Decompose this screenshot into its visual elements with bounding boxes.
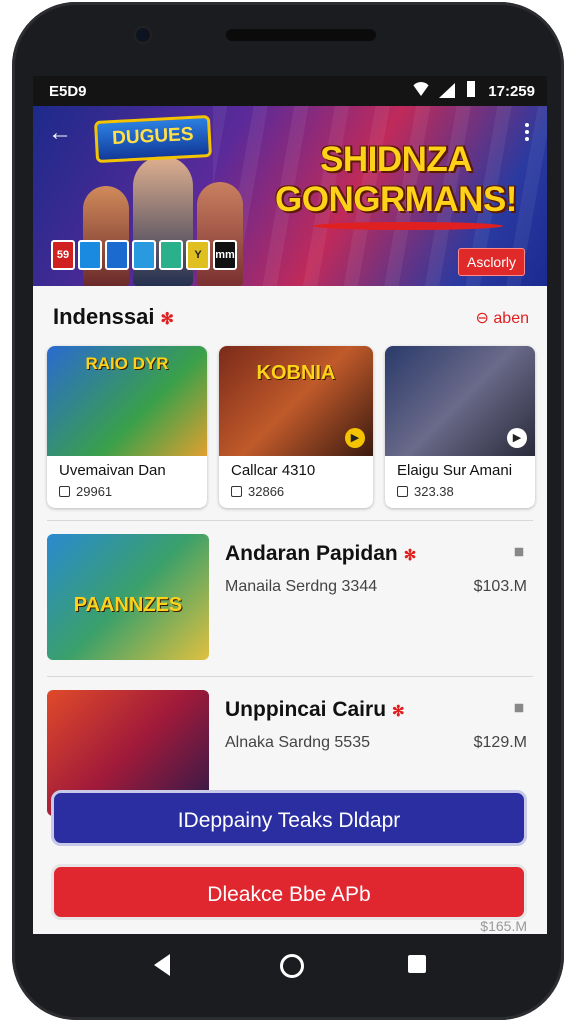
- game-logo: DUGUES: [93, 114, 213, 164]
- mini-icon: Y: [186, 240, 210, 270]
- headline-swoosh: [313, 222, 503, 230]
- card-title: Uvemaivan Dan: [59, 462, 166, 479]
- mini-icon: [159, 240, 183, 270]
- nav-back-icon[interactable]: [154, 954, 170, 976]
- banner-headline: SHIDNZA GONGRMANS!: [251, 140, 541, 220]
- list-price: $129.M: [473, 734, 527, 751]
- card-meta-value: 32866: [248, 484, 285, 499]
- mini-icon: 59: [51, 240, 75, 270]
- card-thumbnail: KOBNIA ▶: [219, 346, 373, 456]
- status-bar: E5D9 17:259: [33, 76, 547, 106]
- peek-price: $165.M: [480, 918, 527, 934]
- download-icon: [397, 486, 408, 497]
- battery-icon: [467, 81, 475, 97]
- download-icon: [59, 486, 70, 497]
- card-meta-value: 29961: [76, 484, 113, 499]
- card-meta: 29961: [59, 484, 112, 499]
- status-time: 17:259: [488, 83, 535, 100]
- card-title: Callcar 4310: [231, 462, 316, 479]
- list-title: Unppincai Cairu ✻: [225, 698, 405, 722]
- section-title: Indenssai ✻: [53, 304, 174, 330]
- list-title: Andaran Papidan ✻: [225, 542, 416, 566]
- card-thumbnail: RAIO DYR: [47, 346, 207, 456]
- card-meta: 323.38: [397, 484, 454, 499]
- mini-icon: [78, 240, 102, 270]
- card-title: Elaigu Sur Amani: [397, 462, 513, 479]
- wifi-icon: [411, 82, 431, 96]
- sparkle-icon: ✻: [160, 311, 174, 328]
- divider: [47, 676, 533, 677]
- banner-icon-row: 59 Y mm: [51, 240, 237, 272]
- list-price: $103.M: [473, 578, 527, 595]
- back-arrow-icon[interactable]: ←: [47, 120, 73, 146]
- game-card[interactable]: KOBNIA ▶ Callcar 4310 32866: [219, 346, 373, 508]
- download-icon: [231, 486, 242, 497]
- card-meta: 32866: [231, 484, 284, 499]
- system-nav-bar: [0, 934, 576, 998]
- primary-button[interactable]: IDeppainy Teaks Dldapr: [51, 790, 527, 846]
- thumbnail-title: RAIO DYR: [85, 354, 169, 373]
- hero-banner[interactable]: ← DUGUES 59 Y mm SHIDNZA GONGRMANS! Ascl…: [33, 106, 547, 286]
- nav-recents-icon[interactable]: [408, 955, 426, 973]
- app-screen: E5D9 17:259 ← DUGUES 59 Y mm SHIDNZA GON…: [33, 76, 547, 934]
- see-all-link[interactable]: ⊖ aben: [476, 308, 529, 328]
- front-camera: [136, 28, 150, 42]
- mini-icon: [132, 240, 156, 270]
- list-subtitle: Alnaka Sardng 5535: [225, 734, 370, 751]
- list-title-text: Andaran Papidan: [225, 542, 398, 565]
- play-icon[interactable]: ▶: [507, 428, 527, 448]
- thumbnail-title: PAANNZES: [73, 594, 183, 616]
- card-thumbnail: ▶: [385, 346, 535, 456]
- list-title-text: Unppincai Cairu: [225, 698, 387, 721]
- list-item[interactable]: PAANNZES Andaran Papidan ✻ Manaila Serdng…: [47, 534, 533, 664]
- pin-icon[interactable]: [511, 544, 528, 561]
- sparkle-icon: ✻: [403, 547, 417, 564]
- pin-icon[interactable]: [511, 700, 528, 717]
- sparkle-icon: ✻: [392, 703, 405, 720]
- card-meta-value: 323.38: [414, 484, 454, 499]
- game-card[interactable]: ▶ Elaigu Sur Amani 323.38: [385, 346, 535, 508]
- headline-line-2: GONGRMANS!: [275, 180, 517, 219]
- mini-icon: mm: [213, 240, 237, 270]
- play-icon[interactable]: ▶: [345, 428, 365, 448]
- game-card[interactable]: RAIO DYR Uvemaivan Dan 29961: [47, 346, 207, 508]
- list-subtitle: Manaila Serdng 3344: [225, 578, 378, 595]
- earpiece-speaker: [226, 29, 376, 41]
- headline-line-1: SHIDNZA: [319, 140, 473, 179]
- signal-icon: [439, 83, 455, 98]
- list-thumbnail: PAANNZES: [47, 534, 209, 660]
- secondary-button[interactable]: Dleakce Bbe APb: [51, 864, 527, 920]
- section-title-text: Indenssai: [53, 304, 155, 329]
- action-badge-button[interactable]: Asclorly: [457, 248, 525, 276]
- divider: [47, 520, 533, 521]
- thumbnail-title: KOBNIA: [256, 362, 336, 384]
- status-left-text: E5D9: [49, 83, 87, 100]
- mini-icon: [105, 240, 129, 270]
- nav-home-icon[interactable]: [280, 954, 304, 978]
